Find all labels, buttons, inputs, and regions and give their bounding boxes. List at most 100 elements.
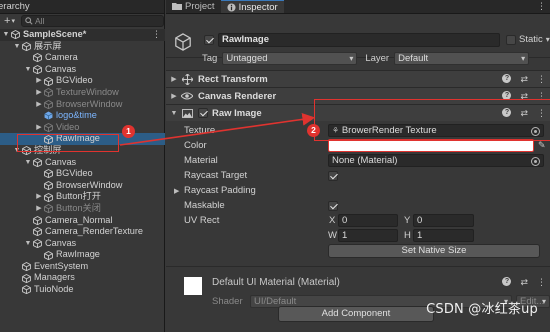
preset-icon[interactable]: ⇄ — [520, 74, 528, 85]
help-icon[interactable]: ? — [502, 277, 512, 286]
uv-h-field[interactable]: 1 — [413, 229, 474, 242]
rect-transform-title: Rect Transform — [198, 73, 268, 85]
uv-y-field[interactable]: 0 — [413, 214, 474, 227]
component-menu-icon[interactable]: ⋮ — [537, 74, 546, 85]
hierarchy-item[interactable]: ▼ 展示屏 — [0, 41, 165, 53]
add-component-button[interactable]: Add Component — [278, 306, 434, 322]
collapse-arrow-icon[interactable]: ▼ — [24, 64, 32, 76]
hierarchy-item[interactable]: Camera_Normal — [0, 215, 165, 227]
eyedropper-icon[interactable]: ✎ — [538, 140, 546, 151]
component-menu-icon[interactable]: ⋮ — [537, 277, 546, 288]
object-name-field[interactable]: RawImage — [218, 33, 500, 47]
hierarchy-item[interactable]: ▼ Canvas — [0, 238, 165, 250]
hierarchy-item[interactable]: Camera — [0, 52, 165, 64]
help-icon[interactable]: ? — [502, 74, 512, 83]
expand-arrow-icon[interactable]: ▶ — [35, 75, 43, 87]
hierarchy-item[interactable]: BrowserWindow — [0, 180, 165, 192]
collapse-arrow-icon[interactable]: ▼ — [24, 157, 32, 169]
hierarchy-item[interactable]: ▶ Button打开 — [0, 191, 165, 203]
annotation-badge-2: 2 — [307, 124, 320, 137]
hierarchy-item[interactable]: ▼ Canvas — [0, 157, 165, 169]
gameobject-icon — [32, 65, 42, 75]
hierarchy-item[interactable]: RawImage — [0, 249, 165, 261]
gameobject-icon — [43, 250, 53, 260]
expand-arrow-icon[interactable]: ▶ — [35, 191, 43, 203]
gameobject-icon — [21, 262, 31, 272]
tag-dropdown[interactable]: Untagged — [222, 52, 358, 65]
hierarchy-item[interactable]: ▼ Canvas — [0, 64, 165, 76]
hierarchy-item[interactable]: TuioNode — [0, 284, 165, 296]
maskable-checkbox[interactable] — [328, 200, 338, 211]
uv-w-field[interactable]: 1 — [338, 229, 398, 242]
static-label: Static — [519, 34, 543, 45]
hierarchy-item-label: TextureWindow — [56, 86, 119, 97]
raycast-padding-label: Raycast Padding — [184, 185, 256, 196]
gameobject-icon — [43, 88, 53, 98]
expand-arrow-icon[interactable]: ▶ — [174, 187, 179, 195]
hierarchy-item[interactable]: EventSystem — [0, 261, 165, 273]
collapse-arrow-icon[interactable]: ▼ — [168, 110, 180, 117]
hierarchy-item-label: logo&time — [56, 110, 97, 121]
raycast-target-checkbox[interactable] — [328, 170, 338, 181]
collapse-arrow-icon[interactable]: ▼ — [24, 238, 32, 250]
set-native-size-button[interactable]: Set Native Size — [328, 244, 540, 258]
hierarchy-item-label: TuioNode — [34, 284, 74, 295]
hierarchy-item[interactable]: BGVideo — [0, 168, 165, 180]
hierarchy-panel: erarchy + ▾ All ▼ SampleScene* ⋮ ▼ 展示屏 Camera… — [0, 0, 165, 332]
expand-arrow-icon[interactable]: ▶ — [168, 75, 180, 83]
hierarchy-tab[interactable]: erarchy — [0, 0, 30, 14]
raw-image-enabled-checkbox[interactable] — [198, 108, 208, 118]
hierarchy-tree: ▼ SampleScene* ⋮ ▼ 展示屏 Camera ▼ Canvas ▶ BGVideo ▶… — [0, 29, 165, 296]
layer-dropdown[interactable]: Default — [394, 52, 530, 65]
tab-menu-icon[interactable]: ⋮ — [537, 1, 546, 12]
expand-arrow-icon[interactable]: ▶ — [168, 92, 180, 100]
object-picker-icon[interactable] — [531, 157, 540, 166]
dropdown-chevron-icon[interactable]: ▾ — [11, 17, 15, 25]
tab-inspector-label: Inspector — [238, 1, 278, 13]
hierarchy-item-label: BrowserWindow — [56, 98, 123, 109]
expand-arrow-icon[interactable]: ▶ — [35, 99, 43, 111]
gameobject-icon — [32, 227, 42, 237]
gameobject-icon — [32, 53, 42, 63]
collapse-arrow-icon[interactable]: ▼ — [13, 41, 21, 53]
tab-inspector[interactable]: Inspector — [220, 0, 284, 13]
uv-x-field[interactable]: 0 — [338, 214, 398, 227]
tag-layer-row: Tag Untagged Layer Default — [202, 52, 530, 65]
preset-icon[interactable]: ⇄ — [520, 277, 528, 288]
inspector-panel: Project Inspector ⋮ RawImage Static ▾ Ta… — [166, 0, 550, 332]
expand-arrow-icon[interactable]: ▶ — [35, 87, 43, 99]
hierarchy-item-label: SampleScene* — [23, 29, 87, 39]
scene-menu-icon[interactable]: ⋮ — [152, 29, 161, 41]
uv-y-label: Y — [404, 215, 411, 226]
hierarchy-item[interactable]: ▶ TextureWindow — [0, 87, 165, 99]
material-field[interactable]: None (Material) — [328, 154, 544, 167]
hierarchy-item[interactable]: Camera_RenderTexture — [0, 226, 165, 238]
watermark: CSDN @冰红茶up — [426, 302, 538, 317]
collapse-arrow-icon[interactable]: ▼ — [2, 29, 10, 41]
hierarchy-item[interactable]: logo&time — [0, 110, 165, 122]
expand-arrow-icon[interactable]: ▶ — [35, 122, 43, 134]
scene-row[interactable]: ▼ SampleScene* ⋮ — [0, 29, 165, 41]
hierarchy-item[interactable]: ▶ Button关闭 — [0, 203, 165, 215]
color-label: Color — [184, 140, 207, 151]
uv-w-label: W — [328, 230, 337, 241]
hierarchy-toolbar: + ▾ All — [0, 14, 164, 28]
tab-project[interactable]: Project — [166, 0, 221, 13]
raycast-padding-row[interactable]: ▶ Raycast Padding — [166, 183, 550, 198]
hierarchy-item[interactable]: ▶ Video — [0, 122, 165, 134]
hierarchy-item[interactable]: Managers — [0, 272, 165, 284]
highlight-box-rawimage — [17, 134, 119, 152]
add-icon[interactable]: + — [4, 15, 10, 27]
hierarchy-item[interactable]: ▶ BrowserWindow — [0, 99, 165, 111]
hierarchy-search-input[interactable]: All — [20, 15, 164, 27]
static-dropdown-icon[interactable]: ▾ — [546, 35, 550, 44]
static-toggle[interactable]: Static ▾ — [506, 34, 550, 45]
component-rect-transform[interactable]: ▶ Rect Transform ? ⇄ ⋮ — [166, 70, 550, 87]
expand-arrow-icon[interactable]: ▶ — [35, 203, 43, 215]
static-checkbox[interactable] — [506, 34, 516, 45]
hierarchy-item[interactable]: ▶ BGVideo — [0, 75, 165, 87]
uv-rect-row-1: UV Rect X 0 Y 0 — [166, 213, 550, 228]
material-swatch — [184, 277, 202, 295]
unity-scene-icon — [10, 30, 20, 40]
active-checkbox[interactable] — [204, 35, 214, 45]
